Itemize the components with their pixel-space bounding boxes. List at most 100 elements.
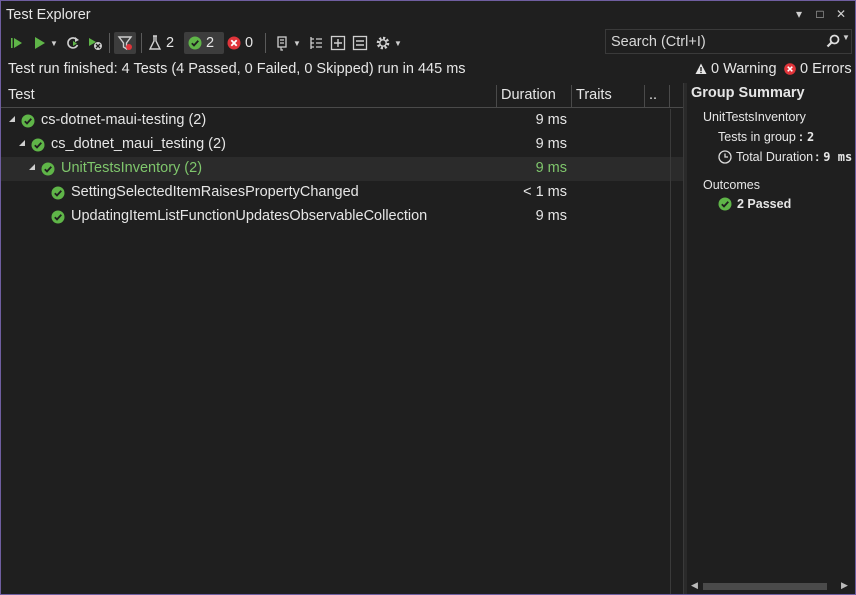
test-row-label: SettingSelectedItemRaisesPropertyChanged	[71, 184, 359, 200]
group-summary-title: Group Summary	[691, 85, 805, 101]
gear-icon	[376, 36, 390, 50]
error-summary[interactable]: 0 Errors	[784, 61, 852, 77]
close-icon[interactable]: ✕	[833, 5, 849, 23]
failed-tests-count: 0	[245, 35, 254, 51]
total-duration-line: Total Duration : 9 ms	[718, 150, 852, 164]
passed-tests-filter[interactable]: 2	[184, 32, 224, 54]
passed-check-icon	[31, 138, 45, 152]
total-tests-filter[interactable]: 2	[148, 32, 174, 54]
window-title: Test Explorer	[6, 7, 91, 23]
window-menu-chevron-icon[interactable]: ▾	[791, 5, 807, 23]
grid-vertical-scrollbar[interactable]	[670, 109, 682, 594]
test-row-label: UpdatingItemListFunctionUpdatesObservabl…	[71, 208, 428, 224]
passed-check-icon	[51, 186, 65, 200]
total-tests-count: 2	[166, 35, 175, 51]
outcome-passed-text: 2 Passed	[737, 197, 792, 211]
total-duration-value: 9 ms	[823, 150, 853, 164]
repeat-last-run-button[interactable]	[65, 32, 81, 54]
passed-check-icon	[188, 36, 202, 50]
expand-all-button[interactable]	[330, 32, 346, 54]
column-header-duration[interactable]: Duration	[497, 83, 571, 108]
search-icon[interactable]	[826, 34, 840, 48]
run-all-button[interactable]	[9, 32, 25, 54]
hierarchy-icon	[310, 37, 322, 49]
test-row-duration: 9 ms	[535, 208, 567, 224]
playlist-icon	[277, 36, 287, 51]
total-duration-label: Total Duration	[736, 150, 814, 164]
clock-icon	[718, 150, 732, 164]
test-tree-row-selected[interactable]: UnitTestsInventory (2) 9 ms	[1, 157, 683, 181]
playlist-button[interactable]: ▼	[274, 32, 301, 54]
outcomes-label: Outcomes	[703, 178, 760, 192]
column-header-more[interactable]: ..	[645, 83, 669, 108]
playlist-dropdown-icon[interactable]: ▼	[293, 39, 301, 48]
passed-check-icon	[21, 114, 35, 128]
repeat-icon	[67, 37, 79, 49]
scroll-right-icon[interactable]: ▶	[841, 580, 848, 591]
column-divider	[669, 85, 670, 107]
warning-summary[interactable]: 0 Warning	[695, 61, 777, 77]
tests-in-group-value: 2	[807, 130, 815, 144]
group-by-button[interactable]	[308, 32, 324, 54]
run-button[interactable]: ▼	[31, 32, 58, 54]
error-icon	[784, 63, 796, 75]
test-explorer-window: Test Explorer ▾ □ ✕ ▼ 2 2 0 ▼ ▼ Search (…	[0, 0, 856, 595]
run-all-icon	[11, 38, 22, 48]
status-bar: Test run finished: 4 Tests (4 Passed, 0 …	[1, 58, 855, 82]
scroll-left-icon[interactable]: ◀	[691, 580, 698, 591]
toolbar-separator	[265, 33, 266, 53]
test-row-duration: 9 ms	[535, 160, 567, 176]
scrollbar-thumb[interactable]	[703, 583, 827, 590]
error-count-text: 0 Errors	[800, 61, 852, 77]
expanded-triangle-icon[interactable]	[28, 163, 36, 171]
tests-in-group-label: Tests in group	[718, 130, 796, 144]
test-row-duration: < 1 ms	[523, 184, 567, 200]
warning-count-text: 0 Warning	[711, 61, 777, 77]
search-placeholder: Search (Ctrl+I)	[611, 34, 706, 50]
title-bar: Test Explorer ▾ □ ✕	[1, 1, 855, 29]
run-summary-text: Test run finished: 4 Tests (4 Passed, 0 …	[8, 61, 466, 77]
run-failed-tests-button[interactable]	[87, 32, 103, 54]
group-summary-panel: Group Summary UnitTestsInventory Tests i…	[687, 83, 855, 594]
passed-check-icon	[718, 197, 732, 211]
test-row-label: cs_dotnet_maui_testing (2)	[51, 136, 226, 152]
failed-x-icon	[227, 36, 241, 50]
toolbar-separator	[109, 33, 110, 53]
passed-tests-count: 2	[206, 35, 215, 51]
filter-button[interactable]	[114, 32, 136, 54]
expand-all-icon	[330, 35, 346, 51]
outcome-passed-line[interactable]: 2 Passed	[718, 197, 791, 211]
maximize-icon[interactable]: □	[812, 5, 828, 23]
grid-header: Test Duration Traits ..	[1, 83, 683, 108]
warning-icon	[695, 63, 707, 74]
test-tree-row[interactable]: UpdatingItemListFunctionUpdatesObservabl…	[1, 205, 683, 229]
column-header-test[interactable]: Test	[4, 83, 496, 108]
toolbar-separator	[141, 33, 142, 53]
test-tree-row[interactable]: cs-dotnet-maui-testing (2) 9 ms	[1, 109, 683, 133]
test-tree-row[interactable]: SettingSelectedItemRaisesPropertyChanged…	[1, 181, 683, 205]
summary-horizontal-scrollbar[interactable]: ◀ ▶	[689, 580, 853, 592]
flask-icon	[148, 35, 162, 50]
test-tree-row[interactable]: cs_dotnet_maui_testing (2) 9 ms	[1, 133, 683, 157]
column-header-traits[interactable]: Traits	[572, 83, 644, 108]
play-icon	[35, 37, 45, 49]
search-options-dropdown-icon[interactable]: ▼	[842, 33, 850, 42]
test-row-duration: 9 ms	[535, 136, 567, 152]
passed-check-icon	[41, 162, 55, 176]
expanded-triangle-icon[interactable]	[8, 115, 16, 123]
expanded-triangle-icon[interactable]	[18, 139, 26, 147]
test-row-label: cs-dotnet-maui-testing (2)	[41, 112, 207, 128]
search-input[interactable]: Search (Ctrl+I) ▼	[605, 29, 852, 54]
collapse-all-button[interactable]	[352, 32, 368, 54]
run-failed-icon	[89, 38, 102, 50]
settings-dropdown-icon[interactable]: ▼	[394, 39, 402, 48]
group-name: UnitTestsInventory	[703, 110, 806, 124]
settings-button[interactable]: ▼	[375, 32, 402, 54]
tests-in-group-line: Tests in group : 2	[718, 130, 815, 144]
filter-icon	[117, 36, 133, 51]
failed-tests-filter[interactable]: 0	[227, 32, 253, 54]
passed-check-icon	[51, 210, 65, 224]
test-grid: Test Duration Traits .. cs-dotnet-maui-t…	[1, 83, 683, 594]
test-row-label: UnitTestsInventory (2)	[61, 160, 203, 176]
run-dropdown-icon[interactable]: ▼	[50, 39, 58, 48]
